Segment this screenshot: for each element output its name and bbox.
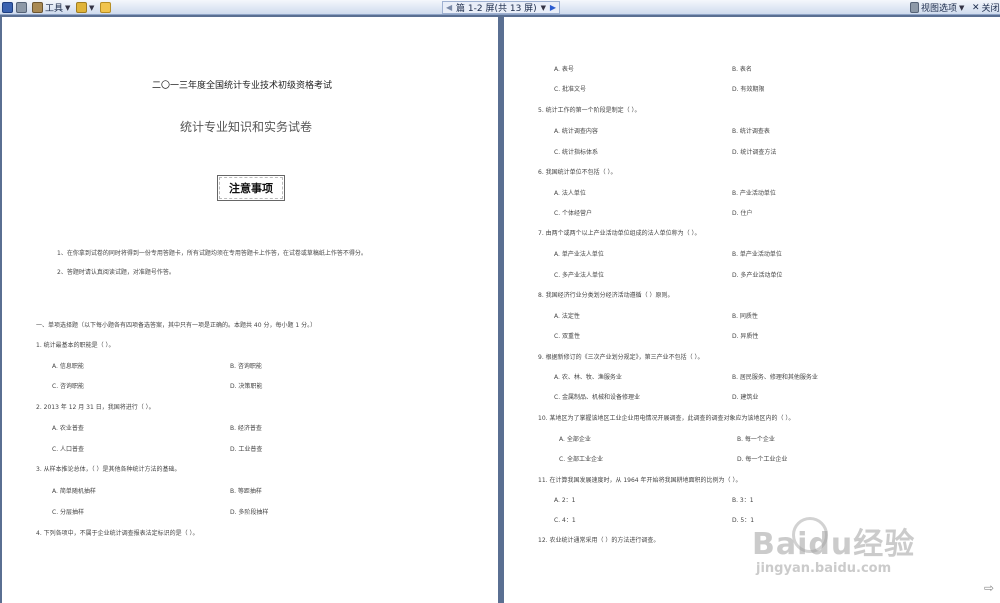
close-label: 关闭 bbox=[981, 4, 1000, 14]
folder-button[interactable] bbox=[100, 1, 111, 14]
question: 6. 我国统计单位不包括（ ）。 bbox=[538, 169, 617, 176]
option: B. 单产业活动单位 bbox=[732, 251, 782, 258]
option: A. 表号 bbox=[554, 66, 574, 73]
option: A. 农业普查 bbox=[52, 425, 84, 432]
option: C. 多产业法人单位 bbox=[554, 272, 605, 279]
option: A. 信息职能 bbox=[52, 363, 84, 370]
question: 2. 2013 年 12 月 31 日，我国将进行（ ）。 bbox=[36, 404, 155, 411]
view-options-button[interactable]: 视图选项 ▼ bbox=[910, 1, 964, 14]
option: D. 每一个工业企业 bbox=[737, 456, 788, 463]
watermark-url: jingyan.baidu.com bbox=[756, 561, 892, 576]
paper-title: 统计专业知识和实务试卷 bbox=[180, 120, 313, 134]
question: 5. 统计工作的第一个阶段是制定（ ）。 bbox=[538, 107, 641, 114]
chevron-down-icon: ▼ bbox=[65, 3, 71, 12]
option: D. 建筑业 bbox=[732, 394, 759, 401]
next-page-arrow-icon[interactable]: ⇨ bbox=[984, 581, 994, 595]
watermark-brand: Baidu经验 bbox=[752, 527, 916, 562]
option: B. 同质性 bbox=[732, 313, 758, 320]
notice-item: 2、答题时请认真阅读试题，对准题号作答。 bbox=[57, 269, 175, 276]
option: A. 简单随机抽样 bbox=[52, 488, 96, 495]
question: 1. 统计最基本的职能是（ ）。 bbox=[36, 342, 115, 349]
option: B. 统计调查表 bbox=[732, 128, 770, 135]
option: A. 单产业法人单位 bbox=[554, 251, 604, 258]
option: B. 居民服务、修理和其他服务业 bbox=[732, 374, 818, 381]
view-options-icon bbox=[910, 2, 919, 13]
question: 7. 由两个或两个以上产业活动单位组成的法人单位称为（ ）。 bbox=[538, 230, 701, 237]
tools-menu-button[interactable]: 工具 ▼ bbox=[32, 1, 70, 14]
question: 8. 我国经济行业分类划分经济活动遵循（ ）原则。 bbox=[538, 292, 674, 299]
option: D. 工业普查 bbox=[230, 446, 263, 453]
question: 9. 根据新修订的《三次产业划分规定》，第三产业不包括（ ）。 bbox=[538, 354, 704, 361]
option: C. 咨询职能 bbox=[52, 383, 85, 390]
reader-toolbar: 工具 ▼ ▼ ◀ 篇 1-2 屏(共 13 屏) ▼ ▶ 视图选项 ▼ ✕ 关闭 bbox=[0, 0, 1000, 15]
view-options-label: 视图选项 bbox=[921, 4, 958, 14]
option: B. 产业活动单位 bbox=[732, 190, 776, 197]
tools-icon bbox=[32, 2, 43, 13]
close-button[interactable]: ✕ 关闭 bbox=[972, 1, 1000, 15]
chevron-down-icon: ▼ bbox=[89, 3, 95, 12]
document-page-2: A. 表号 B. 表名 C. 批准文号 D. 有效期限 5. 统计工作的第一个阶… bbox=[504, 17, 1000, 603]
save-button[interactable] bbox=[2, 1, 13, 14]
option: C. 全部工业企业 bbox=[559, 456, 604, 463]
highlighter-icon bbox=[76, 2, 87, 13]
question: 4. 下列各项中，不属于企业统计调查报表法定标识的是（ ）。 bbox=[36, 530, 199, 537]
option: D. 有效期限 bbox=[732, 86, 765, 93]
option: A. 全部企业 bbox=[559, 436, 591, 443]
option: C. 个体经营户 bbox=[554, 210, 593, 217]
prev-page-icon[interactable]: ◀ bbox=[446, 3, 452, 12]
section-heading: 一、单项选择题（以下每小题各有四项备选答案，其中只有一项是正确的。本题共 40 … bbox=[36, 322, 317, 329]
option: D. 多产业活动单位 bbox=[732, 272, 783, 279]
tools-label: 工具 bbox=[45, 4, 64, 14]
document-page-1: 二〇一三年度全国统计专业技术初级资格考试 统计专业知识和实务试卷 注意事项 1、… bbox=[2, 17, 498, 603]
question: 11. 在计算我国发展速度时，从 1964 年开始将我国耕地面积的比例为（ ）。 bbox=[538, 477, 742, 484]
option: D. 异质性 bbox=[732, 333, 759, 340]
question: 12. 农业统计通常采用（ ）的方法进行调查。 bbox=[538, 537, 660, 544]
option: B. 表名 bbox=[732, 66, 752, 73]
option: D. 多阶段抽样 bbox=[230, 509, 269, 516]
option: A. 法人单位 bbox=[554, 190, 586, 197]
print-button[interactable] bbox=[16, 1, 27, 14]
notice-item: 1、在你拿到试卷的同时将得到一份专用答题卡，所有试题均须在专用答题卡上作答，在试… bbox=[57, 250, 367, 257]
option: B. 咨询职能 bbox=[230, 363, 262, 370]
chevron-down-icon: ▼ bbox=[959, 3, 965, 12]
highlighter-button[interactable]: ▼ bbox=[76, 1, 94, 14]
option: A. 2：1 bbox=[554, 497, 576, 504]
option: A. 法定性 bbox=[554, 313, 580, 320]
option: B. 3：1 bbox=[732, 497, 754, 504]
option: D. 住户 bbox=[732, 210, 753, 217]
baidu-watermark: Baidu经验 jingyan.baidu.com bbox=[752, 517, 982, 583]
close-icon: ✕ bbox=[972, 2, 980, 13]
option: B. 等距抽样 bbox=[230, 488, 262, 495]
option: C. 双重性 bbox=[554, 333, 581, 340]
exam-title: 二〇一三年度全国统计专业技术初级资格考试 bbox=[152, 81, 333, 91]
option: A. 农、林、牧、渔服务业 bbox=[554, 374, 622, 381]
next-page-icon[interactable]: ▶ bbox=[550, 3, 556, 12]
option: C. 分层抽样 bbox=[52, 509, 85, 516]
option: C. 统计指标体系 bbox=[554, 149, 599, 156]
option: C. 批准文号 bbox=[554, 86, 587, 93]
option: D. 统计调查方法 bbox=[732, 149, 777, 156]
option: B. 经济普查 bbox=[230, 425, 262, 432]
option: C. 人口普查 bbox=[52, 446, 85, 453]
option: C. 金属制品、机械和设备修理业 bbox=[554, 394, 641, 401]
save-icon bbox=[2, 2, 13, 13]
option: A. 统计调查内容 bbox=[554, 128, 598, 135]
notice-box: 注意事项 bbox=[217, 175, 285, 201]
chevron-down-icon[interactable]: ▼ bbox=[541, 4, 546, 12]
page-nav-label[interactable]: 篇 1-2 屏(共 13 屏) bbox=[456, 1, 537, 14]
option: D. 5：1 bbox=[732, 517, 755, 524]
question: 3. 从样本推论总体，（ ）是其他各种统计方法的基础。 bbox=[36, 466, 181, 473]
notice-border bbox=[219, 177, 283, 199]
page-navigator: ◀ 篇 1-2 屏(共 13 屏) ▼ ▶ bbox=[442, 1, 560, 14]
print-icon bbox=[16, 2, 27, 13]
option: B. 每一个企业 bbox=[737, 436, 775, 443]
option: D. 决策职能 bbox=[230, 383, 263, 390]
folder-icon bbox=[100, 2, 111, 13]
option: C. 4：1 bbox=[554, 517, 576, 524]
question: 10. 某地区为了掌握该地区工业企业用电情况开展调查，此调查的调查对象应为该地区… bbox=[538, 415, 795, 422]
